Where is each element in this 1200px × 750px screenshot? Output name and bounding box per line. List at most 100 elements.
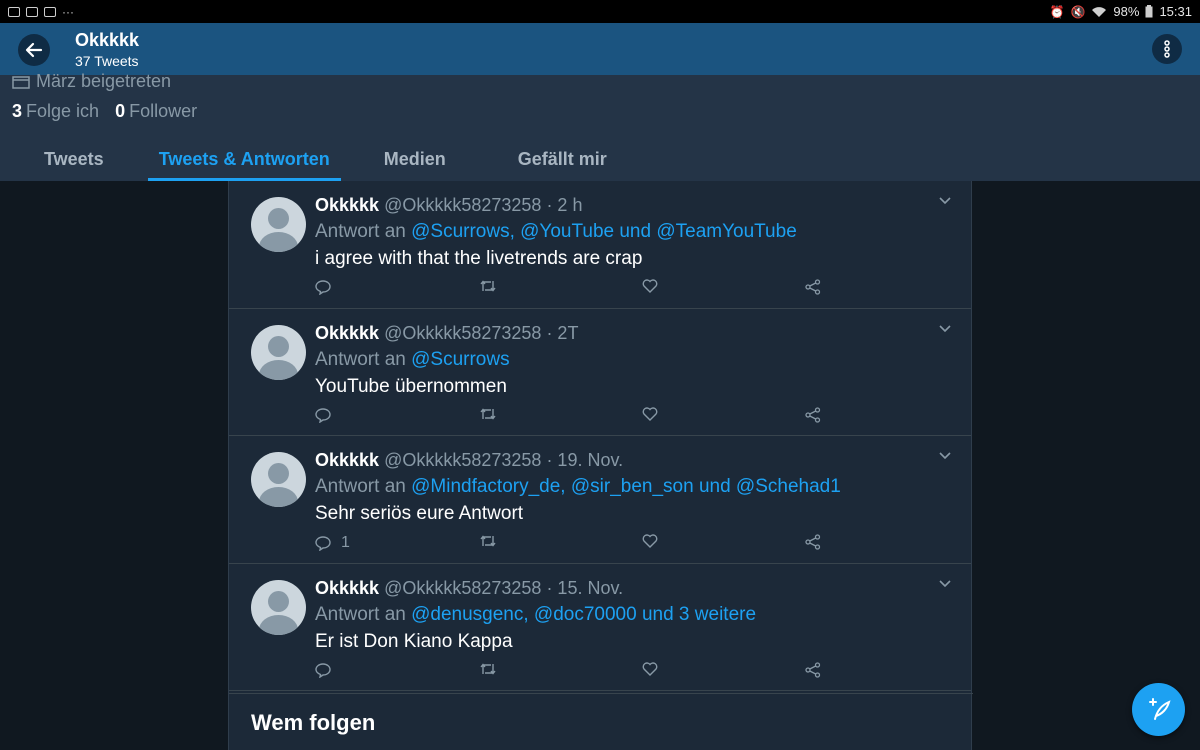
reply-to-links[interactable]: @Scurrows xyxy=(411,349,509,370)
profile-tabs: Tweets Tweets & Antworten Medien Gefällt… xyxy=(0,137,607,181)
share-icon xyxy=(805,406,821,423)
who-to-follow-title: Wem folgen xyxy=(251,710,376,735)
tweet-text: i agree with that the livetrends are cra… xyxy=(315,248,643,269)
timeline: Okkkkk @Okkkkk58273258 · 2 h Antwort an … xyxy=(228,181,973,750)
retweet-button[interactable] xyxy=(479,407,497,421)
reply-button[interactable] xyxy=(315,279,341,295)
tab-likes[interactable]: Gefällt mir xyxy=(518,137,607,181)
tweet-actions: 1 xyxy=(315,534,835,556)
chevron-down-icon[interactable] xyxy=(939,197,951,205)
chevron-down-icon[interactable] xyxy=(939,324,951,333)
tweet-handle-time: @Okkkkk58273258 · 2T xyxy=(384,322,579,343)
avatar[interactable] xyxy=(251,197,306,252)
tweet[interactable]: Okkkkk @Okkkkk58273258 · 2T Antwort an @… xyxy=(229,309,971,436)
battery-level: 98% xyxy=(1113,4,1140,19)
avatar[interactable] xyxy=(251,579,306,635)
alarm-icon: ⏰ xyxy=(1049,4,1065,19)
reply-to-links[interactable]: @Scurrows, @YouTube und @TeamYouTube xyxy=(411,221,797,242)
chevron-down-icon[interactable] xyxy=(939,452,951,460)
like-button[interactable] xyxy=(642,534,658,548)
chevron-down-icon[interactable] xyxy=(939,579,951,588)
reply-button[interactable] xyxy=(315,407,341,423)
notification-icon xyxy=(26,6,38,17)
tweet-count: 37 Tweets xyxy=(75,53,139,69)
compose-tweet-button[interactable] xyxy=(1132,683,1185,736)
tweet-actions xyxy=(315,661,835,684)
back-button[interactable] xyxy=(18,34,50,66)
clock: 15:31 xyxy=(1159,4,1192,19)
tweet-header: Okkkkk @Okkkkk58273258 · 2 h xyxy=(315,193,582,217)
reply-prefix: Antwort an xyxy=(315,603,406,625)
header-title-block: Okkkkk 37 Tweets xyxy=(75,29,139,71)
joined-text: März beigetreten xyxy=(36,71,172,91)
avatar[interactable] xyxy=(251,452,306,507)
status-bar-left: ··· xyxy=(8,5,74,19)
tweet[interactable]: Okkkkk @Okkkkk58273258 · 19. Nov. Antwor… xyxy=(229,436,971,564)
share-button[interactable] xyxy=(805,279,821,295)
like-button[interactable] xyxy=(642,661,658,676)
tweet-header: Okkkkk @Okkkkk58273258 · 19. Nov. xyxy=(315,448,623,472)
mute-icon: 🔇 xyxy=(1070,4,1086,19)
heart-icon xyxy=(642,534,658,548)
overflow-indicator: ··· xyxy=(62,4,74,19)
calendar-icon xyxy=(12,75,30,89)
retweet-button[interactable] xyxy=(479,534,497,548)
tweet-header: Okkkkk @Okkkkk58273258 · 2T xyxy=(315,321,578,345)
following-link[interactable]: 3 Folge ich xyxy=(12,101,99,122)
tweet-header: Okkkkk @Okkkkk58273258 · 15. Nov. xyxy=(315,576,623,600)
reply-context: Antwort an @Scurrows xyxy=(315,348,510,372)
tweet-handle-time: @Okkkkk58273258 · 2 h xyxy=(384,195,583,215)
reply-to-links[interactable]: @denusgenc, @doc70000 und 3 weitere xyxy=(411,604,756,625)
reply-icon xyxy=(315,280,331,295)
app-header: Okkkkk 37 Tweets xyxy=(0,23,1200,75)
tweet[interactable]: Okkkkk @Okkkkk58273258 · 2 h Antwort an … xyxy=(229,181,971,309)
tweet-author-name[interactable]: Okkkkk xyxy=(315,450,379,470)
retweet-icon xyxy=(480,280,496,292)
who-to-follow-section: Wem folgen xyxy=(229,693,973,750)
tweet-author-name[interactable]: Okkkkk xyxy=(315,323,379,343)
retweet-icon xyxy=(480,535,496,547)
follow-stats: 3 Folge ich 0 Follower xyxy=(12,101,197,122)
reply-context: Antwort an @denusgenc, @doc70000 und 3 w… xyxy=(315,603,756,627)
heart-icon xyxy=(642,661,658,676)
tab-tweets[interactable]: Tweets xyxy=(44,137,104,181)
tweet[interactable]: Okkkkk @Okkkkk58273258 · 15. Nov. Antwor… xyxy=(229,564,971,691)
reply-to-links[interactable]: @Mindfactory_de, @sir_ben_son und @Scheh… xyxy=(411,476,841,497)
tweet-author-name[interactable]: Okkkkk xyxy=(315,195,379,215)
share-icon xyxy=(805,279,821,295)
tweet-text: Er ist Don Kiano Kappa xyxy=(315,630,513,652)
battery-icon xyxy=(1145,5,1153,18)
joined-date: März beigetreten xyxy=(12,71,171,92)
more-options-button[interactable] xyxy=(1152,34,1182,64)
page-title: Okkkkk xyxy=(75,30,140,50)
share-button[interactable] xyxy=(805,534,821,550)
notification-icon xyxy=(8,6,20,17)
tab-tweets-and-replies[interactable]: Tweets & Antworten xyxy=(147,137,341,181)
share-button[interactable] xyxy=(805,661,821,678)
tweet-handle-time: @Okkkkk58273258 · 19. Nov. xyxy=(384,450,624,470)
reply-button[interactable]: 1 xyxy=(315,534,350,552)
notification-icon xyxy=(44,6,56,17)
avatar[interactable] xyxy=(251,324,306,380)
like-button[interactable] xyxy=(642,406,658,421)
reply-prefix: Antwort an xyxy=(315,476,406,497)
reply-button[interactable] xyxy=(315,662,341,678)
tweet-text: YouTube übernommen xyxy=(315,375,507,397)
vertical-dots-icon xyxy=(1164,40,1170,58)
retweet-button[interactable] xyxy=(479,279,497,293)
reply-context: Antwort an @Mindfactory_de, @sir_ben_son… xyxy=(315,475,841,499)
retweet-button[interactable] xyxy=(479,662,497,676)
followers-count: 0 xyxy=(115,101,126,121)
tweet-text: Sehr seriös eure Antwort xyxy=(315,503,524,524)
tweet-author-name[interactable]: Okkkkk xyxy=(315,578,379,598)
retweet-icon xyxy=(480,662,496,675)
share-button[interactable] xyxy=(805,406,821,423)
tweet-handle-time: @Okkkkk58273258 · 15. Nov. xyxy=(384,577,624,598)
tab-media[interactable]: Medien xyxy=(384,137,446,181)
like-button[interactable] xyxy=(642,279,658,293)
reply-count: 1 xyxy=(341,534,350,551)
followers-link[interactable]: 0 Follower xyxy=(115,101,197,122)
share-icon xyxy=(805,661,821,678)
reply-context: Antwort an @Scurrows, @YouTube und @Team… xyxy=(315,220,797,244)
profile-header: März beigetreten 3 Folge ich 0 Follower Tw… xyxy=(0,71,1200,181)
